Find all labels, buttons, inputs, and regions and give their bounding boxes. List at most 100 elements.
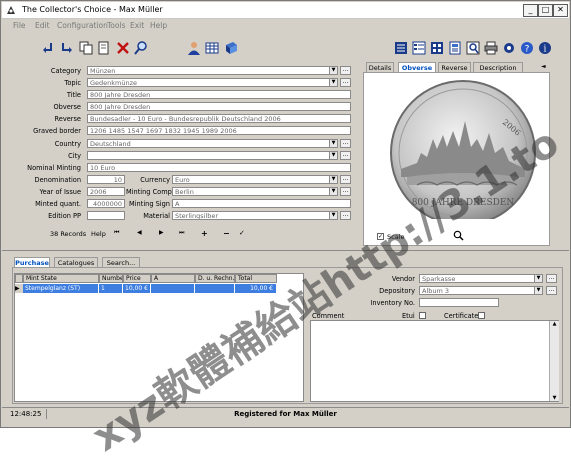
menu-tools[interactable]: Tools [107,21,125,30]
grid-header-rechn[interactable]: D. u. Rechn. [195,274,235,283]
comment-textarea[interactable] [310,320,559,402]
currency-dropdown[interactable]: ▼ [329,175,338,184]
grid-header-price[interactable]: Price [123,274,151,283]
zoom-icon[interactable] [466,41,480,55]
maximize-button[interactable]: □ [538,4,553,17]
report-icon[interactable] [448,41,462,55]
find-icon[interactable] [134,41,148,55]
city-field[interactable] [87,151,338,160]
new-icon[interactable] [42,41,56,55]
user-icon[interactable] [187,41,201,55]
tab-purchase[interactable]: Purchase [14,257,50,267]
list-view-icon[interactable] [394,41,408,55]
vendor-dropdown[interactable]: ▼ [534,274,543,283]
prev-record-button[interactable]: ◀ [137,229,142,236]
city-dropdown[interactable]: ▼ [329,151,338,160]
topic-edit-button[interactable]: ... [340,78,351,87]
topic-dropdown[interactable]: ▼ [329,78,338,87]
denomination-field[interactable]: 10 [87,175,125,184]
next-record-button[interactable]: ▶ [159,229,164,236]
book-icon[interactable] [224,41,238,55]
depository-dropdown[interactable]: ▼ [534,286,543,295]
menu-help[interactable]: Help [150,21,167,30]
table-cell-rechn[interactable] [195,284,235,293]
minted-quant-field[interactable]: 4000000 [87,199,125,208]
material-dropdown[interactable]: ▼ [329,211,338,220]
table-icon[interactable] [205,41,219,55]
title-field[interactable]: 800 Jahre Dresden [87,90,351,99]
certificate-checkbox[interactable] [478,312,485,319]
minimize-button[interactable]: _ [523,4,538,17]
comment-scrollbar[interactable]: ▲ ▼ [549,321,559,401]
certificate-label: Certificate [444,312,479,320]
tab-catalogues[interactable]: Catalogues [54,257,98,267]
last-record-button[interactable]: ⏭ [179,229,184,237]
menu-configuration[interactable]: Configuration [57,21,108,30]
country-dropdown[interactable]: ▼ [329,139,338,148]
nominal-minting-field[interactable]: 10 Euro [87,163,351,172]
minting-comp-dropdown[interactable]: ▼ [329,187,338,196]
table-row[interactable]: Stempelglanz (ST) [23,284,99,293]
first-record-button[interactable]: ⏮ [114,229,119,237]
print-preview-icon[interactable] [97,41,111,55]
reverse-field[interactable]: Bundesadler - 10 Euro - Bundesrepublik D… [87,114,351,123]
minting-sign-field[interactable]: A [172,199,351,208]
info-icon[interactable]: i [538,41,552,55]
country-field[interactable]: Deutschland [87,139,338,148]
tab-description[interactable]: Description [473,62,523,72]
tab-reverse[interactable]: Reverse [438,62,471,72]
close-button[interactable]: ✕ [553,4,568,17]
confirm-icon[interactable]: ✓ [239,229,253,239]
table-cell-a[interactable] [151,284,195,293]
add-record-button[interactable]: + [201,229,208,238]
menu-edit[interactable]: Edit [35,21,50,30]
category-field[interactable]: Münzen [87,66,338,75]
grid-header-mint-state[interactable]: Mint State [23,274,99,283]
city-edit-button[interactable]: ... [340,151,351,160]
inventory-field[interactable] [419,298,499,307]
grid-header-number[interactable]: Numbe [99,274,123,283]
tab-details[interactable]: Details [366,62,394,72]
etui-checkbox[interactable] [419,312,426,319]
topic-field[interactable]: Gedenkmünze [87,78,338,87]
obverse-field[interactable]: 800 Jahre Dresden [87,102,351,111]
settings-icon[interactable] [502,41,516,55]
help-icon[interactable]: ? [520,41,534,55]
depository-edit-button[interactable]: ... [546,286,557,295]
grid-header-total[interactable]: Total [235,274,277,283]
remove-record-button[interactable]: − [223,229,230,238]
detail-view-icon[interactable] [412,41,426,55]
tab-search[interactable]: Search... [102,257,140,267]
material-edit-button[interactable]: ... [340,211,351,220]
country-edit-button[interactable]: ... [340,139,351,148]
insert-icon[interactable] [60,41,74,55]
edition-pp-field[interactable] [87,211,125,220]
currency-field[interactable]: Euro [172,175,338,184]
graved-border-field[interactable]: 1206 1485 1547 1697 1832 1945 1989 2006 [87,126,351,135]
tab-obverse[interactable]: Obverse [398,62,436,72]
table-cell-number[interactable]: 1 [99,284,123,293]
vendor-field[interactable]: Sparkasse [419,274,543,283]
currency-edit-button[interactable]: ... [340,175,351,184]
copy-icon[interactable] [79,41,93,55]
menu-exit[interactable]: Exit [130,21,144,30]
graved-border-label: Graved border [33,127,81,135]
material-field[interactable]: Sterlingsilber [172,211,338,220]
scroll-down-icon[interactable]: ▼ [550,395,559,401]
grid-view-icon[interactable] [430,41,444,55]
grid-header-a[interactable]: A [151,274,195,283]
scroll-up-icon[interactable]: ▲ [550,321,559,327]
minting-comp-edit-button[interactable]: ... [340,187,351,196]
help-link[interactable]: Help [91,230,106,238]
tab-scroll-left-icon[interactable]: ◄ [541,63,546,70]
minting-comp-field[interactable]: Berlin [172,187,338,196]
category-dropdown[interactable]: ▼ [329,66,338,75]
menu-file[interactable]: File [13,21,26,30]
year-of-issue-field[interactable]: 2006 [87,187,125,196]
depository-field[interactable]: Album 3 [419,286,543,295]
category-edit-button[interactable]: ... [340,66,351,75]
delete-icon[interactable] [116,41,130,55]
vendor-edit-button[interactable]: ... [546,274,557,283]
printer-icon[interactable] [484,41,498,55]
table-cell-price[interactable]: 10,00 € [123,284,151,293]
